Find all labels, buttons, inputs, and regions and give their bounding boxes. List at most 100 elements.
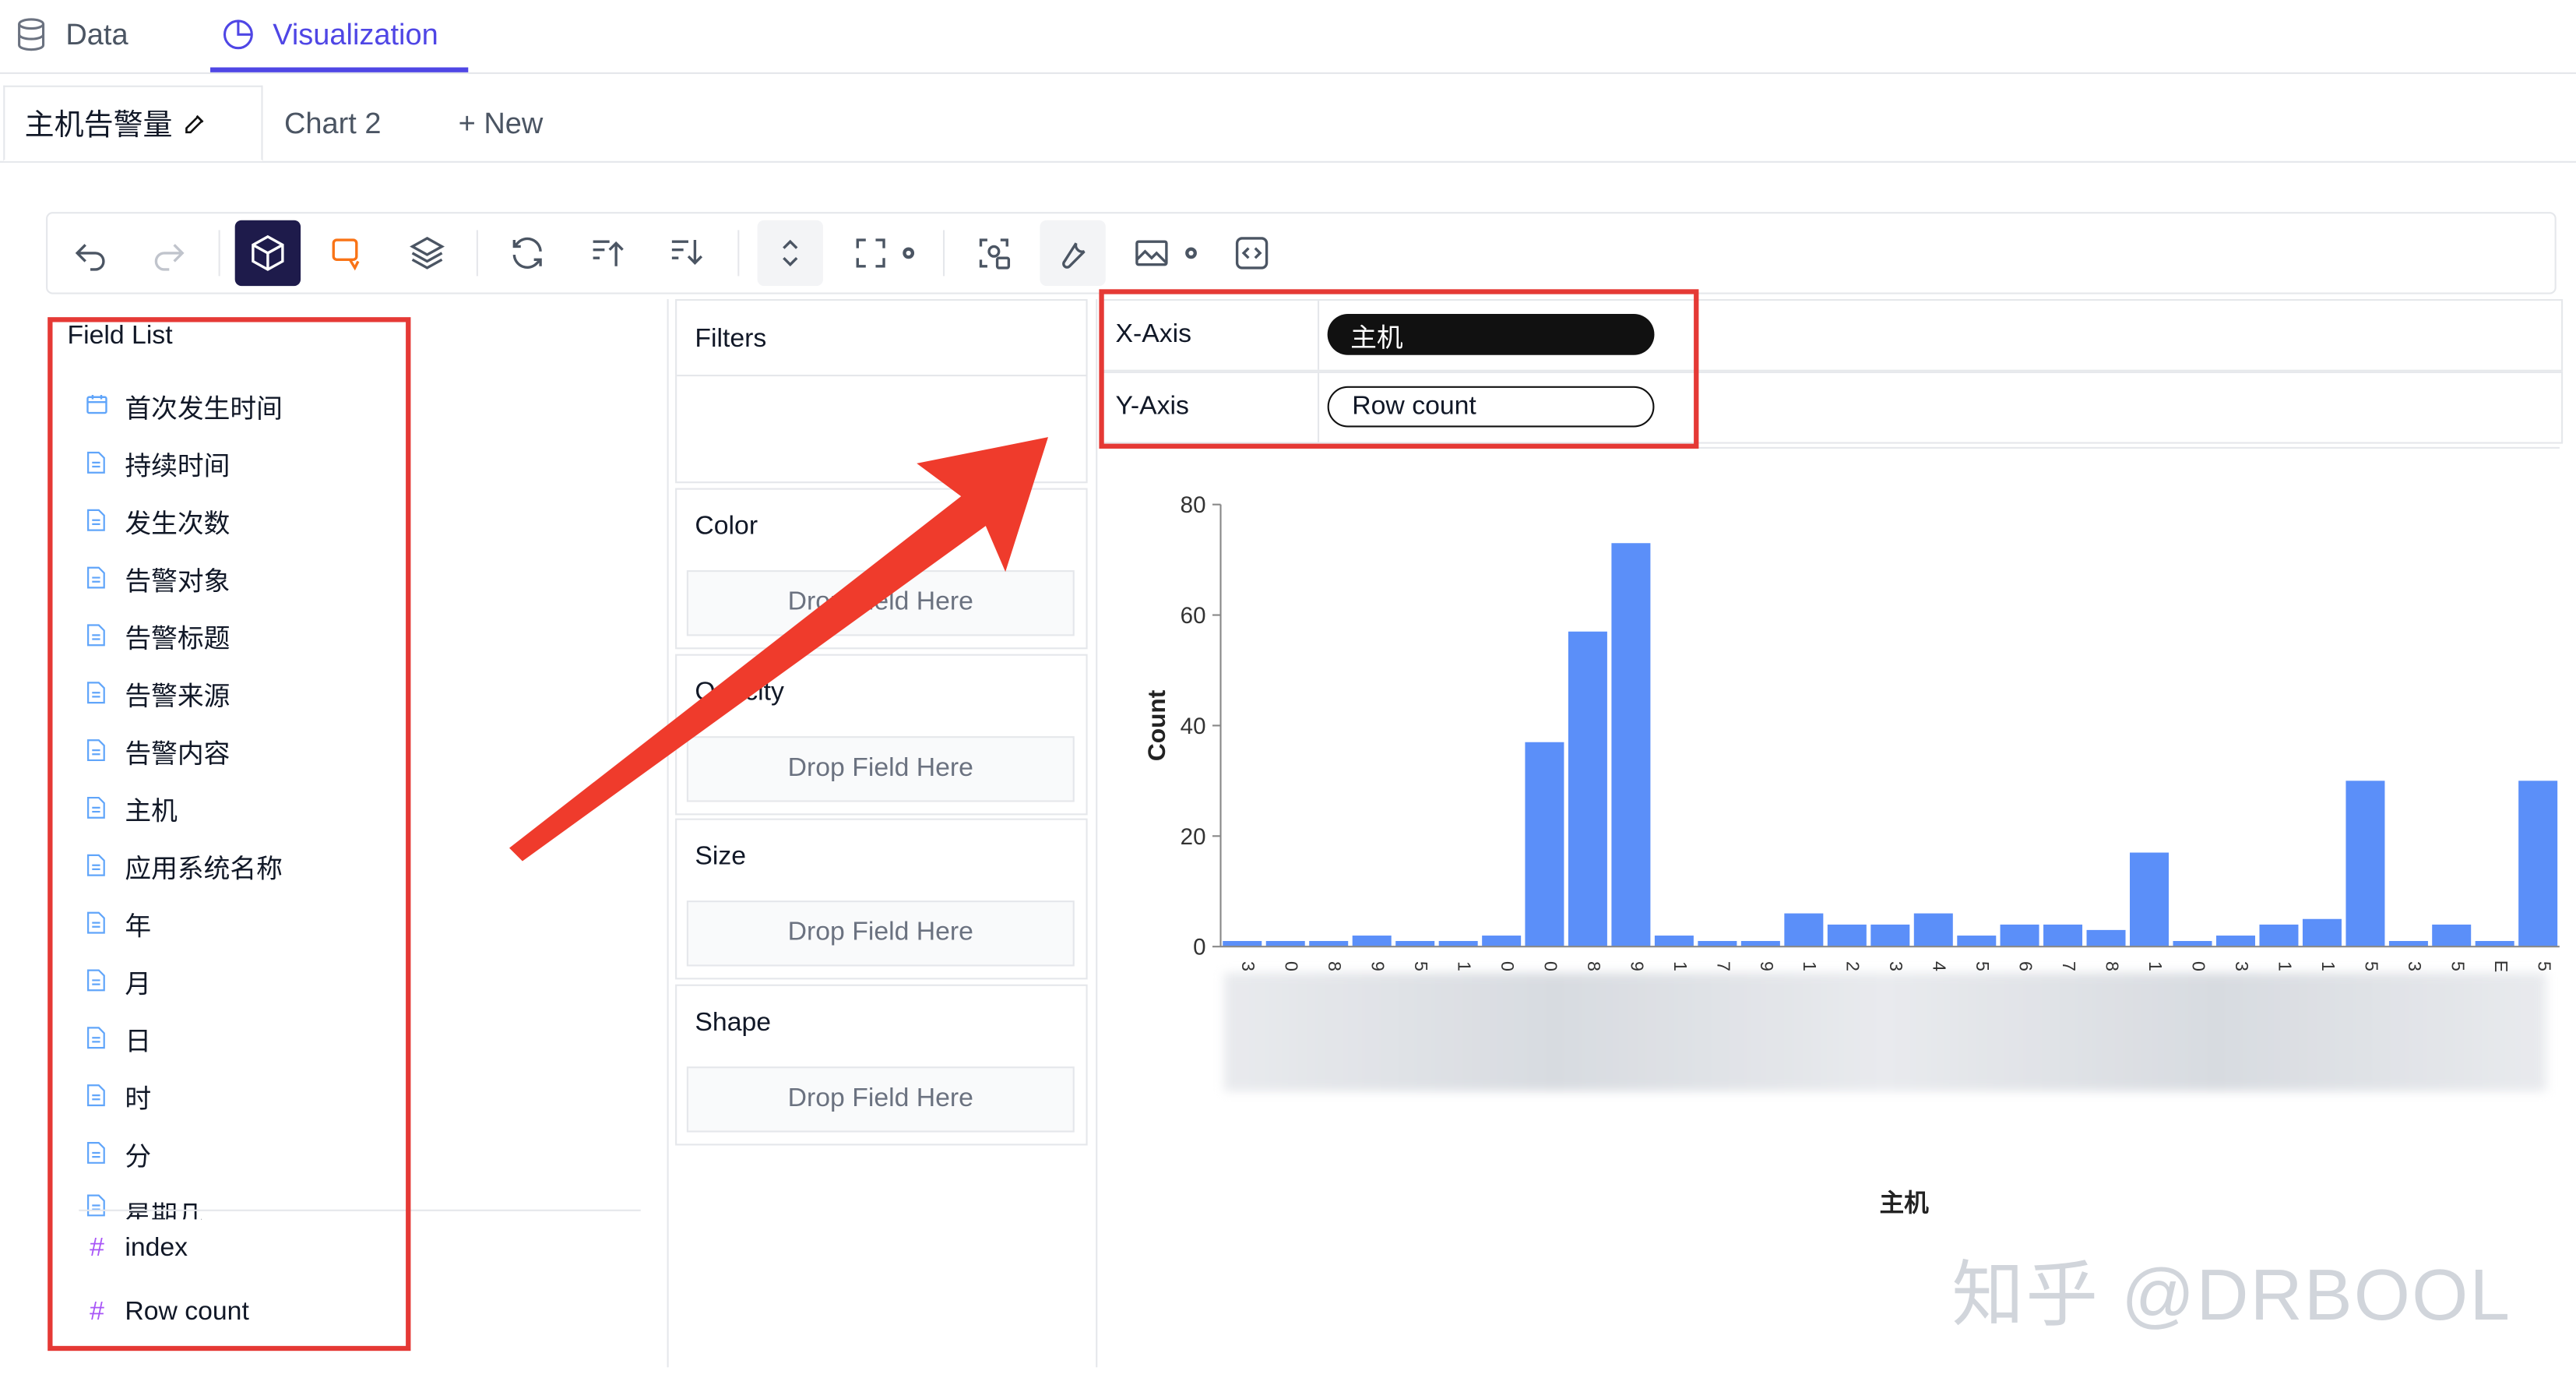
x-tick-label: 5 [2534,961,2554,971]
field-item[interactable]: 主机 [86,784,178,833]
field-label: 月 [125,971,152,999]
tab-data[interactable]: Data [13,0,128,69]
x-tick-label: E [2491,960,2511,972]
field-item[interactable]: 告警内容 [86,726,230,775]
x-tick-label: 1 [1800,961,1820,971]
x-tick-label: 8 [2103,961,2123,971]
bar [1611,543,1651,947]
field-row-count[interactable]: # Row count [86,1288,249,1337]
x-tick-label: 9 [1368,961,1388,971]
x-tick-label: 5 [1411,961,1431,971]
chart-tab-title: 主机告警量 [24,108,173,142]
bar [1265,941,1305,947]
edit-icon[interactable] [182,111,207,136]
bar-chart: 020406080Count3 0 8 9 5 1 0 0 8 9 1 7 9 1 2 3 4 5 6 7 8 1 0 3 1 1… [1142,492,2560,1218]
field-divider [79,1209,641,1211]
shape-panel: Shape Drop Field Here [675,984,1088,1146]
bar [2215,936,2255,947]
text-field-icon [86,795,109,822]
x-tick-label: 5 [2448,961,2468,971]
bar [2000,924,2039,947]
tab-visualization[interactable]: Visualization [220,0,438,69]
bar [1957,936,1997,947]
sort-ascending-icon[interactable] [575,220,640,286]
redo-icon[interactable] [136,220,202,286]
bar [2475,941,2514,947]
bar [2043,924,2083,947]
column-divider [1096,298,1098,1368]
field-item[interactable]: 分 [86,1129,151,1178]
field-item[interactable]: 首次发生时间 [86,381,283,430]
text-field-icon [86,1025,109,1052]
bar [2432,924,2472,947]
field-label: 告警标题 [125,626,231,654]
field-item[interactable]: 时 [86,1072,151,1121]
field-label: 主机 [125,798,178,827]
text-field-icon [86,450,109,477]
new-chart-button[interactable]: + New [459,86,544,161]
size-drop-zone[interactable]: Drop Field Here [686,900,1075,967]
field-item[interactable]: 告警来源 [86,669,231,718]
x-axis-field-pill[interactable]: 主机 [1327,313,1655,355]
filters-label: Filters [695,325,767,354]
bar [1309,941,1349,947]
screenshot-icon[interactable] [961,220,1026,286]
text-field-icon [86,680,109,707]
code-icon[interactable] [1219,220,1284,286]
y-axis-label: Y-Axis [1115,393,1189,421]
x-axis-row: X-Axis 主机 [1100,298,2564,372]
field-item[interactable]: 月 [86,957,151,1006]
x-tick-label: 1 [2318,961,2338,971]
bar [1395,941,1435,947]
field-item[interactable]: 告警对象 [86,554,230,603]
paint-brush-icon[interactable] [315,220,381,286]
field-label: 应用系统名称 [125,856,283,885]
text-field-icon [86,1193,109,1220]
shape-label: Shape [695,1009,772,1038]
x-tick-label: 9 [1628,961,1648,971]
refresh-icon[interactable] [494,220,560,286]
field-label: 告警来源 [125,683,231,712]
bar [1827,924,1867,947]
chart-tabs: 主机告警量 Chart 2 + New [0,85,2576,163]
text-field-icon [86,738,109,764]
tab-visualization-label: Visualization [273,17,438,51]
image-settings-icon[interactable] [1158,220,1223,286]
y-axis-field-pill[interactable]: Row count [1327,386,1655,428]
layers-icon[interactable] [394,220,459,286]
undo-icon[interactable] [58,220,123,286]
x-tick-label: 1 [1455,961,1475,971]
cube-icon[interactable] [234,220,301,287]
field-item[interactable]: 发生次数 [86,496,230,545]
bar [1698,941,1737,947]
field-item[interactable]: 日 [86,1014,151,1063]
text-field-icon [86,508,109,534]
bar [2130,852,2170,947]
top-nav: Data Visualization [0,0,2576,74]
field-item[interactable]: 年 [86,899,151,948]
field-item[interactable]: 星期几 [86,1186,204,1219]
text-field-icon [86,968,109,995]
text-field-icon [86,853,109,879]
chart-tab-2[interactable]: Chart 2 [284,86,382,161]
x-tick-label: 4 [1930,961,1950,971]
bar [2302,918,2342,947]
field-item[interactable]: 持续时间 [86,439,230,488]
x-tick-label: 0 [1541,961,1561,971]
field-index[interactable]: # index [86,1225,188,1274]
field-item[interactable]: 告警标题 [86,611,231,661]
field-label: 年 [125,913,152,942]
x-tick-label: 7 [1713,961,1733,971]
x-tick-label: 6 [2016,961,2036,971]
wrench-icon[interactable] [1040,220,1106,287]
x-tick-label: 1 [1670,961,1691,971]
chart-tab-active[interactable]: 主机告警量 [3,85,263,161]
sort-descending-icon[interactable] [654,220,720,286]
field-item[interactable]: 应用系统名称 [86,841,283,890]
text-field-icon [86,911,109,937]
settings-icon[interactable] [875,220,941,286]
x-tick-label: 3 [1238,961,1258,971]
expand-vertical-icon[interactable] [757,220,823,287]
shape-drop-zone[interactable]: Drop Field Here [686,1066,1075,1133]
y-axis-title: Count [1142,689,1170,761]
